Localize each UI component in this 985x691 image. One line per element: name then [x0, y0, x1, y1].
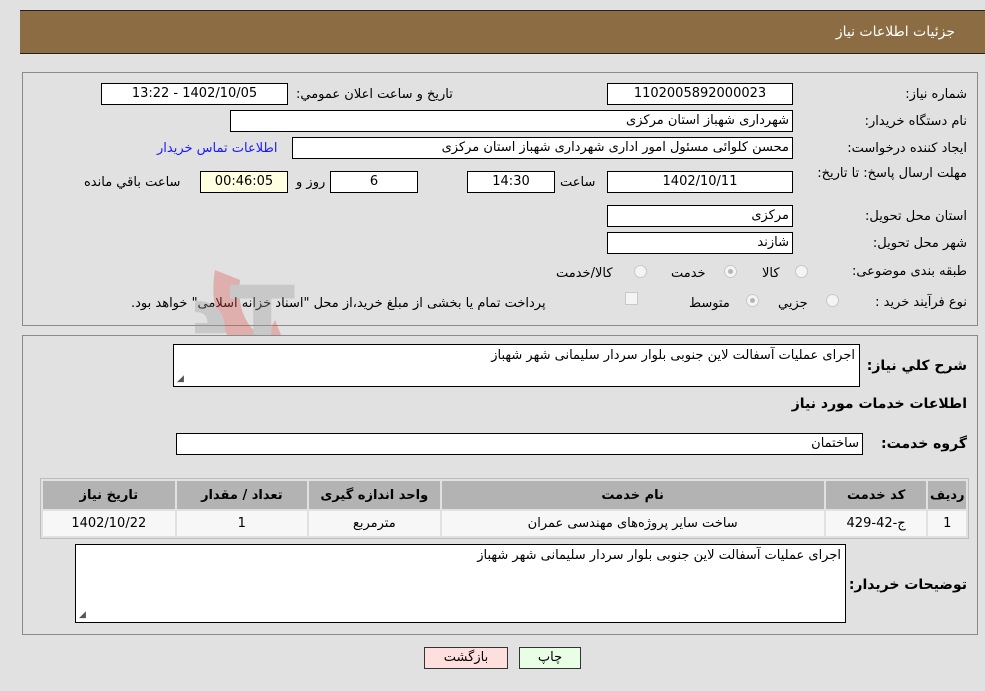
- general-desc-text: اجرای عملیات آسفالت لاین جنوبی بلوار سرد…: [491, 348, 855, 363]
- process-option-minor: جزيي: [778, 296, 808, 311]
- time-remaining-field: 00:46:05: [200, 171, 288, 193]
- announce-datetime-field: 1402/10/05 - 13:22: [101, 83, 288, 105]
- deadline-label: مهلت ارسال پاسخ: تا تاریخ:: [817, 166, 967, 181]
- deadline-time-label: ساعت: [560, 175, 596, 190]
- requester-label: ايجاد کننده درخواست:: [847, 141, 967, 156]
- col-service-code: کد خدمت: [825, 481, 927, 509]
- service-group-field: ساختمان: [176, 433, 863, 455]
- deadline-time-field: 14:30: [467, 171, 555, 193]
- purchase-process-label: نوع فرآيند خريد :: [875, 295, 967, 310]
- services-table: رديف کد خدمت نام خدمت واحد اندازه گيری ت…: [40, 478, 969, 539]
- days-label: روز و: [296, 175, 326, 190]
- treasury-checkbox[interactable]: [625, 292, 638, 305]
- need-number-field: 1102005892000023: [607, 83, 793, 105]
- col-service-name: نام خدمت: [441, 481, 824, 509]
- page-header: جزئیات اطلاعات نیاز: [20, 10, 985, 54]
- need-number-label: شماره نیاز:: [905, 87, 967, 102]
- back-button[interactable]: بازگشت: [424, 647, 508, 669]
- cell-service-code: ج-42-429: [825, 511, 927, 536]
- buyer-org-field: شهرداری شهباز استان مرکزی: [230, 110, 793, 132]
- category-option-service: خدمت: [671, 266, 706, 281]
- process-radio-medium[interactable]: [746, 294, 759, 307]
- services-section-title: اطلاعات خدمات مورد نياز: [791, 396, 967, 412]
- cell-quantity: 1: [176, 511, 308, 536]
- cell-service-name: ساخت سایر پروژه‌های مهندسی عمران: [441, 511, 824, 536]
- buyer-notes-text: اجرای عملیات آسفالت لاین جنوبی بلوار سرد…: [477, 548, 841, 563]
- time-remaining-label: ساعت باقي مانده: [84, 175, 181, 190]
- delivery-province-label: استان محل تحویل:: [865, 209, 967, 224]
- print-button[interactable]: چاپ: [519, 647, 581, 669]
- category-option-goods: کالا: [762, 266, 780, 281]
- category-option-goods-service: کالا/خدمت: [556, 266, 613, 281]
- process-radio-minor[interactable]: [826, 294, 839, 307]
- category-radio-goods-service[interactable]: [634, 265, 647, 278]
- table-row: 1 ج-42-429 ساخت سایر پروژه‌های مهندسی عم…: [43, 511, 966, 536]
- page-title: جزئیات اطلاعات نیاز: [835, 24, 955, 40]
- buyer-notes-label: توضيحات خريدار:: [848, 577, 967, 593]
- deadline-date-field: 1402/10/11: [607, 171, 793, 193]
- category-radio-goods[interactable]: [795, 265, 808, 278]
- buyer-contact-link[interactable]: اطلاعات تماس خريدار: [157, 141, 277, 156]
- col-unit: واحد اندازه گيری: [309, 481, 440, 509]
- announce-datetime-label: تاریخ و ساعت اعلان عمومي:: [296, 87, 453, 102]
- category-radio-service[interactable]: [724, 265, 737, 278]
- buyer-notes-textarea[interactable]: اجرای عملیات آسفالت لاین جنوبی بلوار سرد…: [75, 544, 846, 623]
- service-group-label: گروه خدمت:: [881, 436, 967, 452]
- col-need-date: تاريخ نياز: [43, 481, 175, 509]
- cell-row-number: 1: [928, 511, 966, 536]
- general-desc-textarea[interactable]: اجرای عملیات آسفالت لاین جنوبی بلوار سرد…: [173, 344, 860, 387]
- table-header-row: رديف کد خدمت نام خدمت واحد اندازه گيری ت…: [43, 481, 966, 509]
- col-row-number: رديف: [928, 481, 966, 509]
- cell-need-date: 1402/10/22: [43, 511, 175, 536]
- col-quantity: تعداد / مقدار: [176, 481, 308, 509]
- category-label: طبقه بندی موضوعی:: [851, 264, 967, 279]
- resize-handle-icon[interactable]: ◢: [79, 611, 86, 620]
- delivery-city-label: شهر محل تحویل:: [872, 236, 967, 251]
- buyer-org-label: نام دستگاه خريدار:: [864, 114, 967, 129]
- days-remaining-field: 6: [330, 171, 418, 193]
- delivery-city-field: شازند: [607, 232, 793, 254]
- cell-unit: مترمربع: [309, 511, 440, 536]
- treasury-note: پرداخت تمام یا بخشی از مبلغ خرید،از محل …: [131, 296, 546, 311]
- requester-field: محسن کلوائی مسئول امور اداری شهرداری شهب…: [292, 137, 793, 159]
- delivery-province-field: مرکزی: [607, 205, 793, 227]
- process-option-medium: متوسط: [689, 296, 730, 311]
- resize-handle-icon[interactable]: ◢: [177, 375, 184, 384]
- general-desc-label: شرح كلي نياز:: [866, 358, 967, 374]
